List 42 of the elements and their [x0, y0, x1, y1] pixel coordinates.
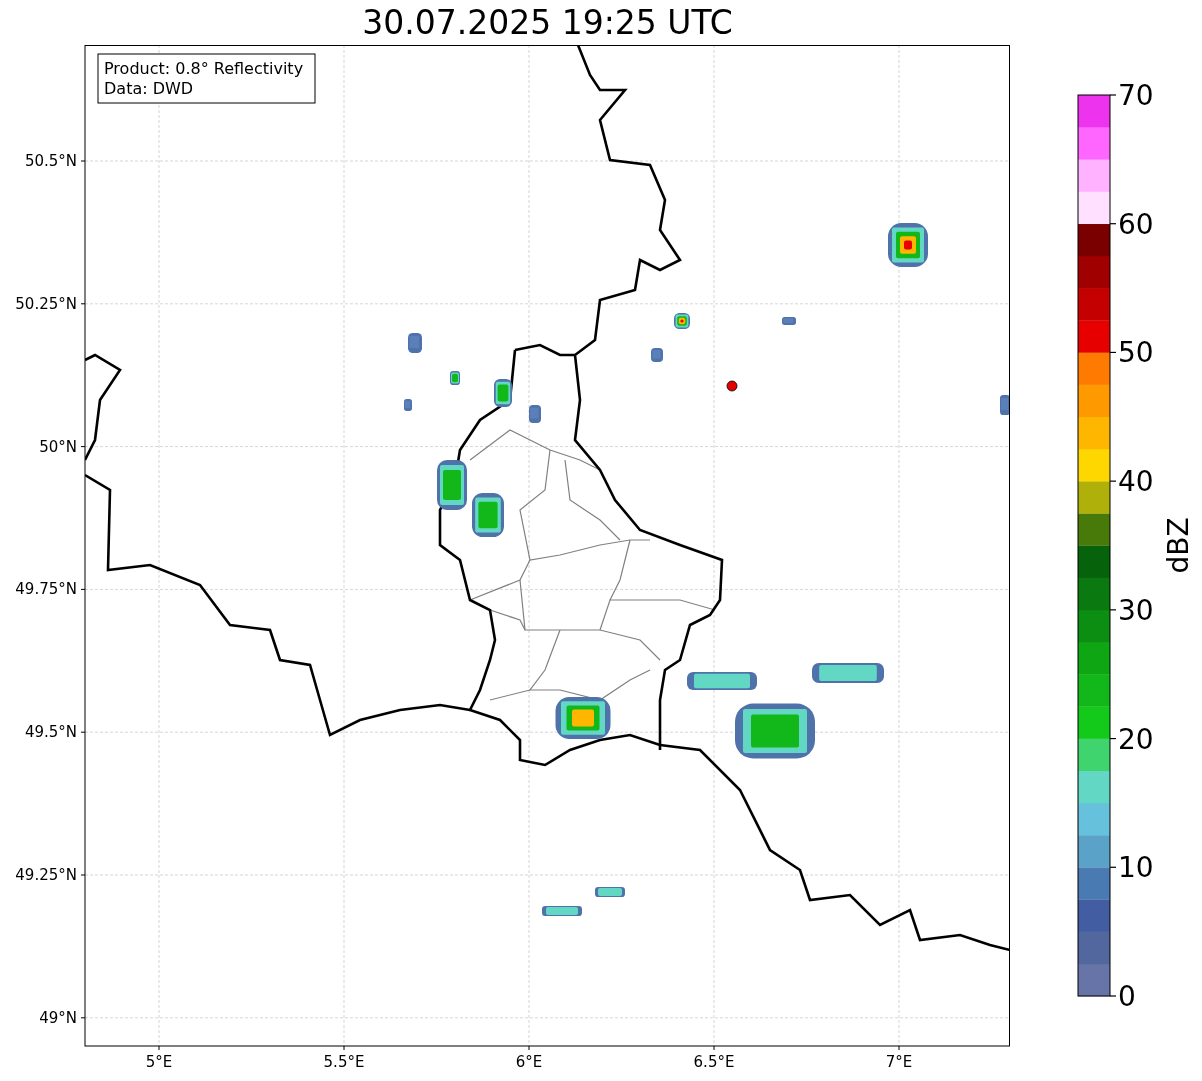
axis-tick-label: 6.5°E: [693, 1053, 735, 1071]
axis-tick-label: 50.5°N: [24, 152, 77, 170]
axis-tick-label: 6°E: [515, 1053, 543, 1071]
axis-tick-label: 49°N: [39, 1008, 77, 1027]
legend-text: Data: DWD: [104, 79, 194, 98]
radar-echo: [674, 313, 690, 329]
colorbar-tick-label: 50: [1118, 336, 1154, 370]
radar-echo: [404, 399, 412, 411]
radar-echo: [687, 672, 757, 690]
radar-site-marker: [726, 380, 738, 392]
radar-echo: [888, 223, 928, 267]
radar-echo: [651, 348, 663, 362]
colorbar-tick-label: 60: [1118, 207, 1154, 241]
colorbar-tick-label: 70: [1118, 80, 1154, 112]
colorbar-tick-label: 40: [1118, 465, 1154, 499]
axis-tick-label: 5°E: [145, 1053, 173, 1071]
radar-echo: [494, 379, 512, 407]
radar-echo: [595, 887, 625, 897]
radar-echo: [542, 906, 582, 916]
axis-tick-label: 49.75°N: [15, 580, 77, 599]
colorbar-label: dBZ: [1162, 517, 1195, 574]
colorbar-tick-label: 10: [1118, 851, 1154, 885]
axis-tick-label: 7°E: [885, 1053, 913, 1071]
radar-echo: [472, 493, 504, 537]
radar-echo: [529, 405, 541, 423]
plot-title: 30.07.2025 19:25 UTC: [362, 6, 733, 39]
radar-echo: [437, 460, 467, 510]
radar-echo: [782, 317, 796, 325]
axis-tick-label: 49.5°N: [24, 723, 77, 742]
colorbar-tick-label: 30: [1118, 593, 1154, 627]
radar-echo: [450, 371, 460, 385]
radar-echo: [408, 333, 422, 353]
legend-text: Product: 0.8° Reflectivity: [104, 59, 304, 78]
axis-tick-label: 50°N: [39, 437, 77, 456]
axis-tick-label: 5.5°E: [323, 1053, 365, 1071]
radar-echo: [812, 663, 884, 683]
radar-echo: [1000, 395, 1010, 415]
axis-tick-label: 50.25°N: [15, 294, 77, 313]
axis-tick-label: 49.25°N: [15, 866, 77, 884]
colorbar-tick-label: 0: [1118, 980, 1136, 1013]
colorbar-tick-label: 20: [1118, 722, 1154, 756]
radar-echo: [555, 697, 611, 739]
